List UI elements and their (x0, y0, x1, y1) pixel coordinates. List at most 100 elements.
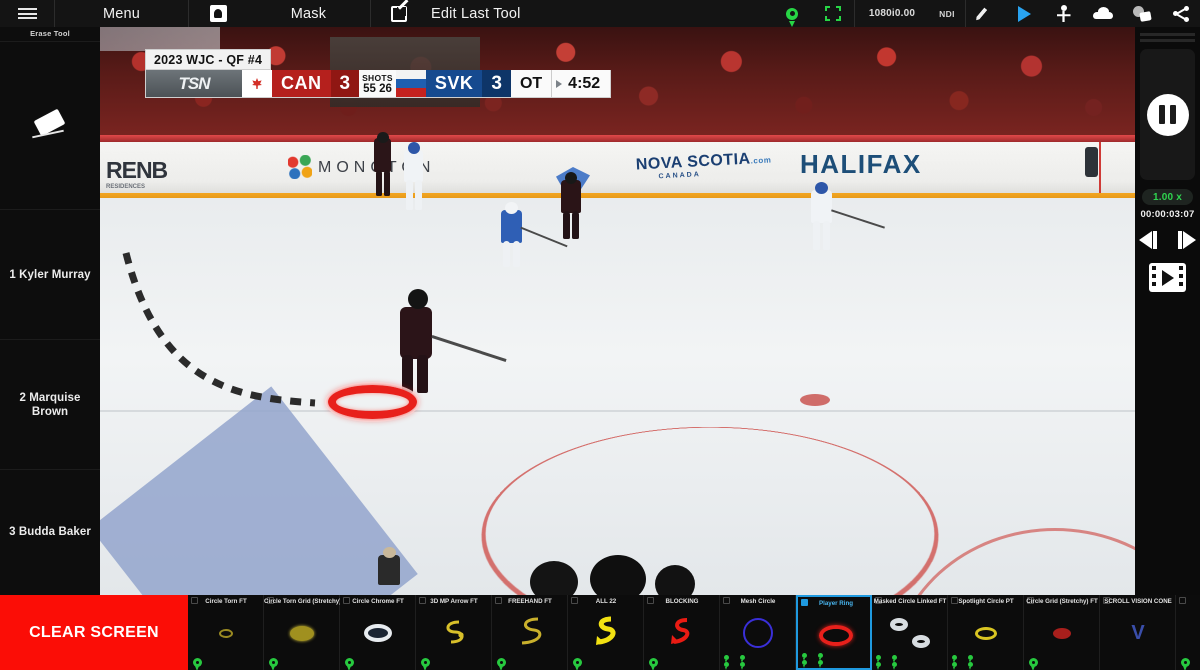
tool-glyph-cone-gray-icon (1176, 615, 1200, 651)
tool-glyph-ring-small-gold-icon (188, 615, 264, 651)
scorebug-overlay: 2023 WJC - QF #4 TSN CAN 3 SHOTS 55 26 S… (145, 49, 612, 98)
shots-values: 55 26 (363, 82, 392, 95)
pause-icon[interactable] (1146, 93, 1189, 136)
anchor-pin-icon (421, 658, 430, 670)
anchor-dots (802, 653, 827, 668)
tool-blocking[interactable]: BLOCKING (644, 595, 720, 670)
mask-icon[interactable] (189, 0, 247, 27)
tool-scroll-vision-cone[interactable]: SCROLL VISION CONE V (1100, 595, 1176, 670)
tool-glyph-ring-chrome-icon (340, 615, 416, 651)
tool-glyph-linked-rings-icon (872, 615, 948, 651)
tool-circle-torn-ft[interactable]: Circle Torn FT (188, 595, 264, 670)
sidebar-item-label: 2 Marquise Brown (19, 391, 81, 418)
tool-circle-chrome-ft[interactable]: Circle Chrome FT (340, 595, 416, 670)
anchor-dots (876, 655, 901, 670)
mask-button[interactable]: Mask (247, 0, 370, 27)
tool-mesh-circle[interactable]: Mesh Circle (720, 595, 796, 670)
play-icon[interactable] (1005, 0, 1044, 27)
tool-label: SCROLL VISION CONE (1104, 598, 1172, 605)
share-icon[interactable] (1161, 0, 1200, 27)
location-pin-icon[interactable] (772, 0, 812, 27)
tool-label: Masked Circle Linked FT (873, 598, 947, 605)
playback-speed-badge[interactable]: 1.00 x (1142, 189, 1193, 205)
tool-masked-circle-linked-ft[interactable]: Masked Circle Linked FT (872, 595, 948, 670)
sidebar-item-player-1[interactable]: 1 Kyler Murray (0, 209, 100, 339)
edit-square-pencil-icon[interactable] (371, 0, 427, 27)
home-team-abbr: CAN (272, 70, 331, 97)
anchor-pin-icon (269, 658, 278, 670)
dashed-path-annotation (122, 252, 316, 407)
frame-step-controls (1135, 223, 1200, 257)
tool-label: Mesh Circle (740, 598, 776, 605)
video-canvas[interactable]: RENB RESIDENCES MONCTON NOVA SCOTIA.com … (100, 27, 1135, 595)
tool-glyph-vee-blue-icon: V (1131, 621, 1145, 644)
anchor-pin-icon (1029, 658, 1038, 670)
playback-speed-value: 1.00 x (1152, 191, 1182, 203)
tool-3d-mp-arrow-ft[interactable]: 3D MP Arrow FT (416, 595, 492, 670)
eraser-icon (30, 111, 70, 141)
scorebug-row: TSN CAN 3 SHOTS 55 26 SVK 3 OT 4:52 (145, 70, 612, 98)
tool-freehand-ft[interactable]: FREEHAND FT (492, 595, 568, 670)
clear-screen-label: CLEAR SCREEN (29, 623, 159, 641)
sidebar-item-label: 1 Kyler Murray (9, 268, 91, 281)
tool-label: FREEHAND FT (508, 598, 552, 605)
rink-boards (100, 142, 1135, 199)
network-logo: TSN (146, 70, 242, 97)
step-back-frame-icon[interactable] (1139, 229, 1163, 251)
film-clip-play-icon[interactable] (1149, 263, 1186, 292)
slovakia-flag-icon (395, 70, 426, 97)
anchor-pin-icon (193, 658, 202, 670)
hamburger-menu-icon[interactable] (0, 0, 54, 27)
crop-brackets-icon[interactable] (812, 0, 854, 27)
clear-screen-button[interactable]: CLEAR SCREEN (0, 595, 188, 670)
top-toolbar: Menu Mask Edit Last Tool 1080i0.00 NDI (0, 0, 1200, 27)
tool-spotlight-circle-pt[interactable]: Spotlight Circle PT (948, 595, 1024, 670)
tool-label: Circle Chrome FT (352, 598, 404, 605)
tool-glyph-circle-blue-icon (720, 615, 796, 651)
tool-player-ring[interactable]: Player Ring (796, 595, 872, 670)
step-forward-frame-icon[interactable] (1172, 229, 1196, 251)
stamp-eraser-icon[interactable] (1122, 0, 1161, 27)
board-ad-right (100, 27, 220, 51)
tool-label: ALL 22 (595, 598, 617, 605)
player-ring-annotation[interactable] (325, 382, 420, 422)
edit-last-tool-label: Edit Last Tool (431, 5, 521, 22)
board-ad-renb: RENB RESIDENCES (106, 157, 168, 190)
panel-divider (1140, 33, 1195, 36)
tool-glyph-dot-red-icon (1024, 615, 1100, 651)
shots-block: SHOTS 55 26 (359, 70, 396, 97)
sidebar-item-player-3[interactable]: 3 Budda Baker (0, 469, 100, 594)
anchor-dots (724, 655, 749, 670)
tool-circle-torn-grid-stretchy-ft[interactable]: Circle Torn Grid (Stretchy) FT (264, 595, 340, 670)
tool-label: Circle Torn FT (205, 598, 247, 605)
board-ad-halifax: HALIFAX (800, 149, 922, 179)
panel-divider (1140, 39, 1195, 42)
left-sidebar: Erase Tool 1 Kyler Murray 2 Marquise Bro… (0, 27, 100, 595)
tool-all-22[interactable]: ALL 22 (568, 595, 644, 670)
mask-label: Mask (290, 5, 327, 22)
tool-glyph-spotlight-gold-icon (948, 615, 1024, 651)
tool-qb-zone[interactable]: QB Zone (1176, 595, 1200, 670)
tool-glyph-arrow-gold-icon (416, 615, 492, 651)
sidebar-item-player-2[interactable]: 2 Marquise Brown (0, 339, 100, 469)
anchor-pin-icon (345, 658, 354, 670)
menu-button[interactable]: Menu (55, 0, 188, 27)
anchor-pin-icon (1181, 658, 1190, 670)
sidebar-item-erase-tool[interactable] (0, 41, 100, 209)
anchor-pin-icon (497, 658, 506, 670)
period-label: OT (510, 70, 552, 97)
tool-glyph-ring-filled-gold-icon (264, 615, 340, 651)
tool-label: 3D MP Arrow FT (430, 598, 478, 605)
game-clock: 4:52 (551, 70, 611, 97)
tool-label: Spotlight Circle PT (958, 598, 1014, 605)
pencil-icon[interactable] (966, 0, 1005, 27)
tool-label: Circle Grid (Stretchy) FT (1026, 598, 1098, 605)
tool-circle-grid-stretchy-ft[interactable]: Circle Grid (Stretchy) FT (1024, 595, 1100, 670)
pause-button-container[interactable] (1140, 49, 1195, 180)
moncton-logo-icon (288, 155, 312, 179)
telestrator-person-icon[interactable] (1044, 0, 1083, 27)
board-red-divider (1099, 142, 1101, 200)
tool-label: BLOCKING (665, 598, 699, 605)
edit-last-tool-button[interactable]: Edit Last Tool (427, 0, 610, 27)
cloud-icon[interactable] (1083, 0, 1122, 27)
